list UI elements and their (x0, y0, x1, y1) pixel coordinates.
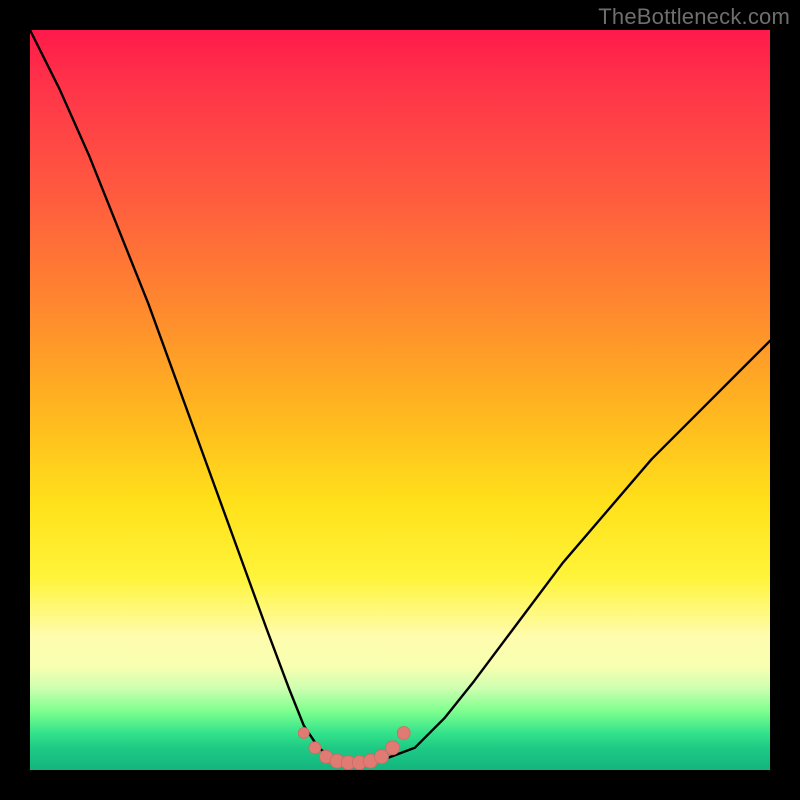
flat-zone-marker (386, 741, 400, 755)
watermark-text: TheBottleneck.com (598, 4, 790, 30)
flat-zone-marker (298, 728, 309, 739)
flat-zone-marker (397, 727, 410, 740)
flat-zone-marker (309, 742, 321, 754)
bottleneck-curve (30, 30, 770, 763)
chart-svg (30, 30, 770, 770)
chart-stage: TheBottleneck.com (0, 0, 800, 800)
flat-zone-markers (298, 727, 410, 770)
plot-area (30, 30, 770, 770)
